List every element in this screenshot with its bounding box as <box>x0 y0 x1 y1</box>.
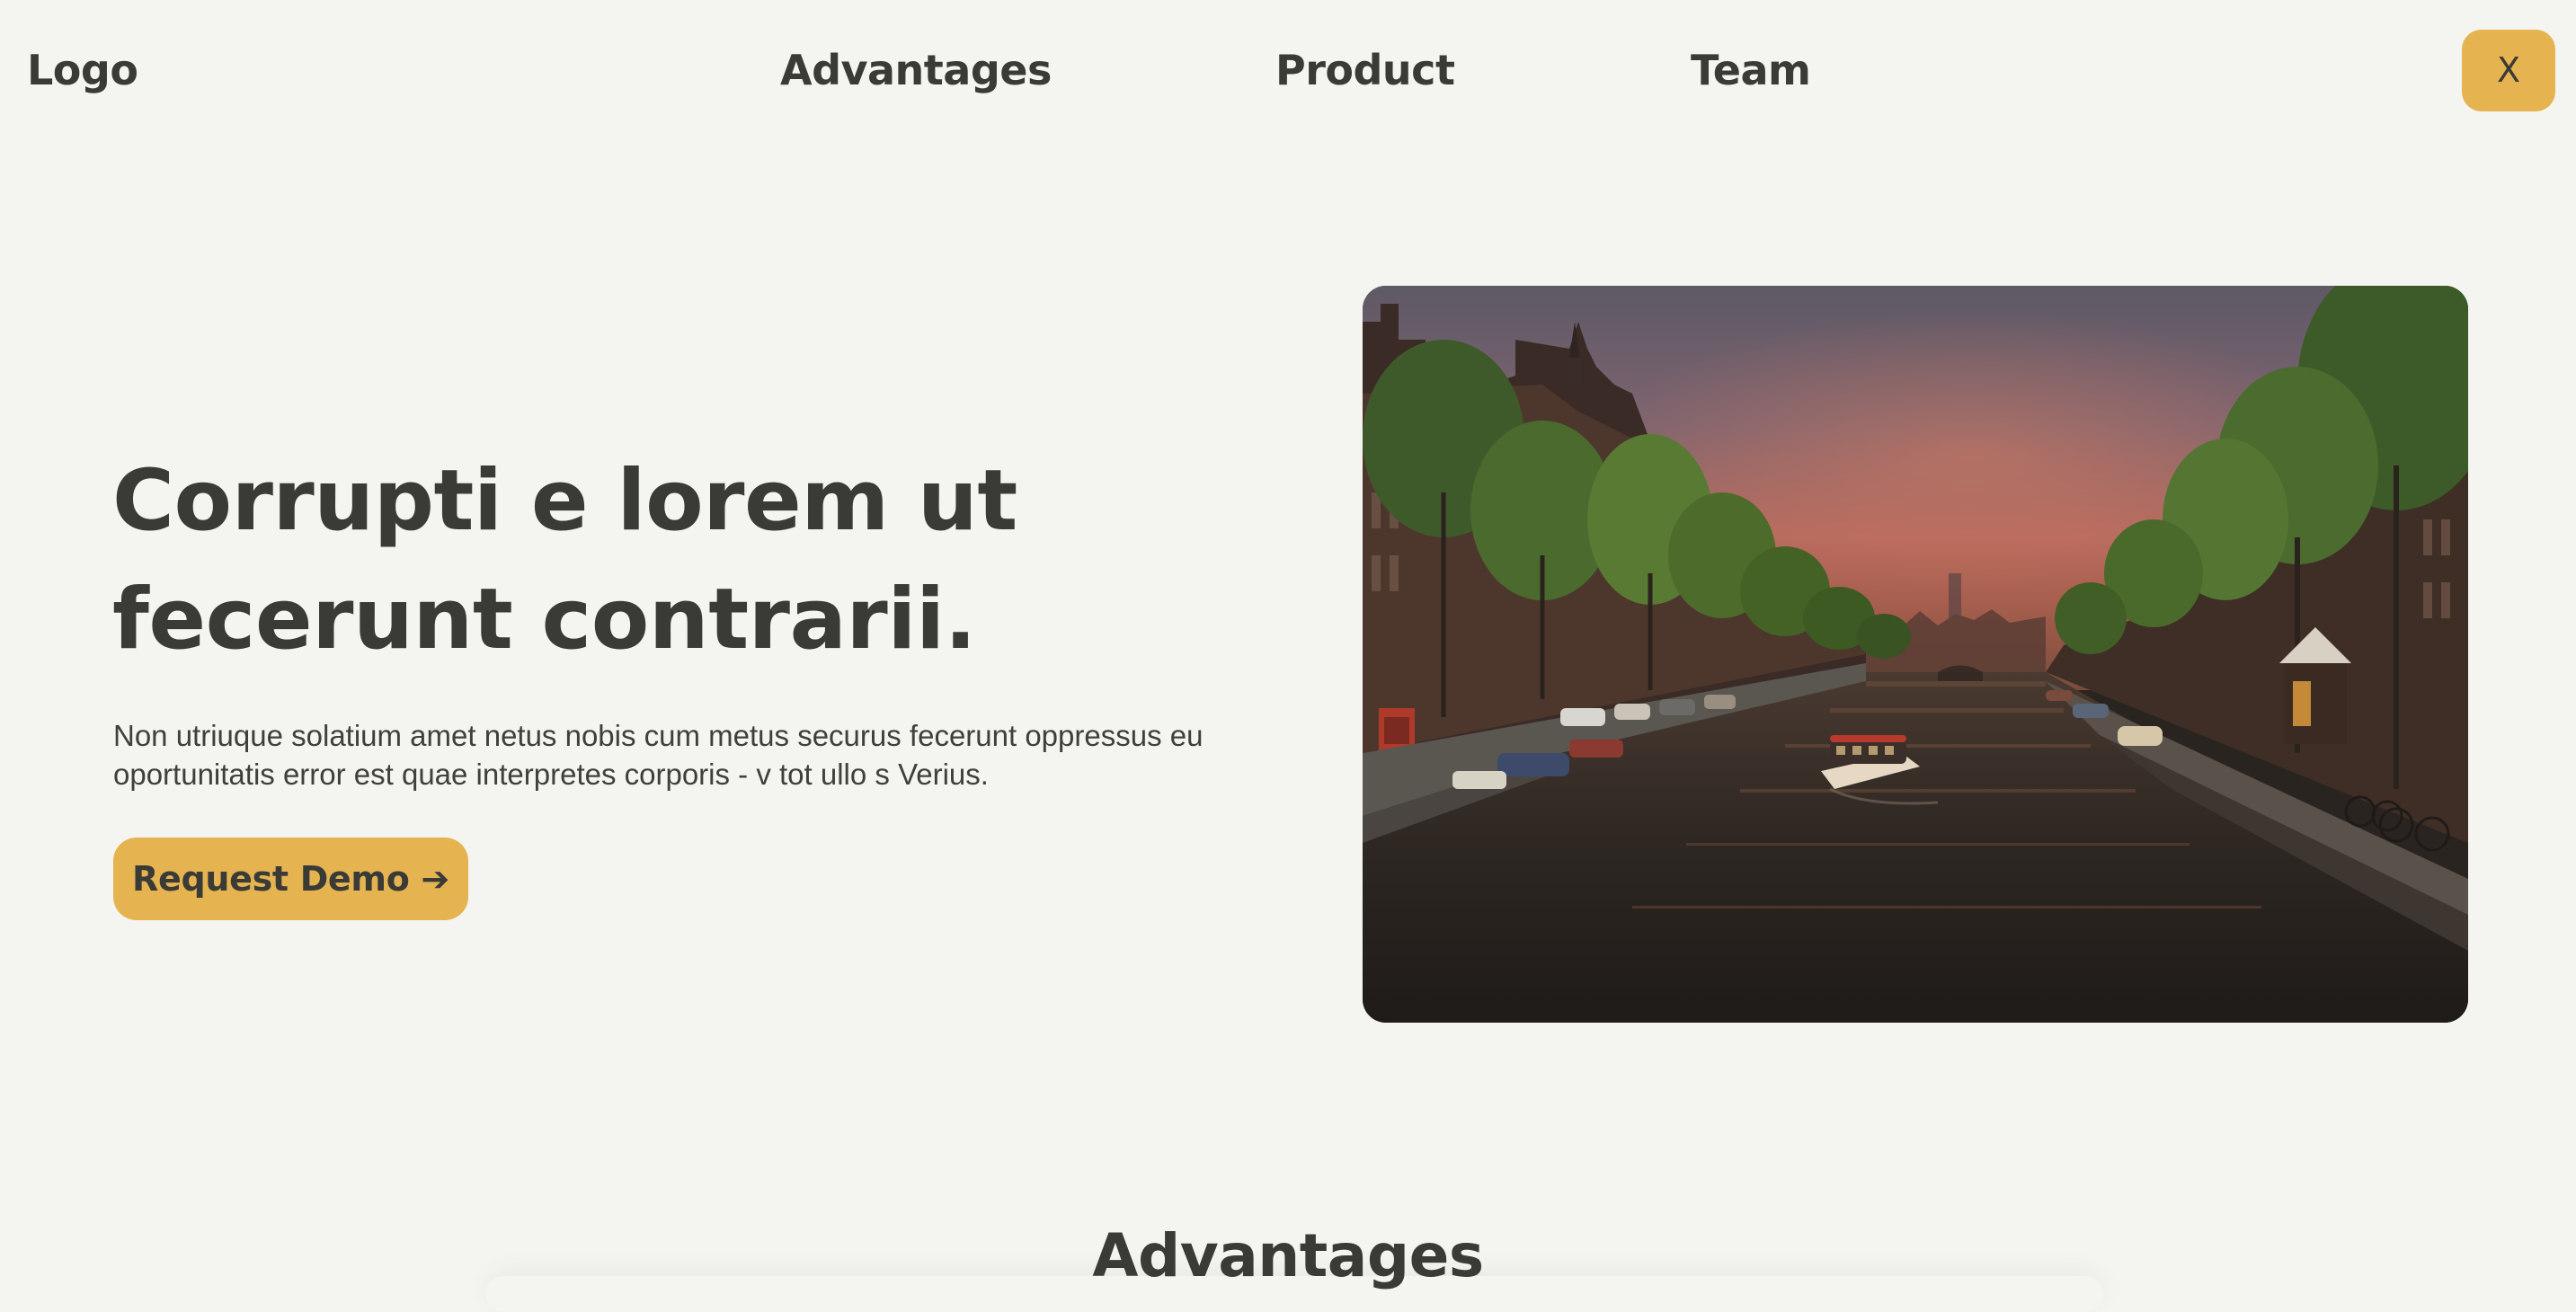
nav-link-team[interactable]: Team <box>1691 42 1811 98</box>
hero-description: Non utriuque solatium amet netus nobis c… <box>113 719 1204 791</box>
hero-title-line-1: Corrupti e lorem ut <box>112 452 1017 550</box>
request-demo-button[interactable]: Request Demo ➔ <box>113 838 468 920</box>
nav-link-advantages[interactable]: Advantages <box>780 42 1052 98</box>
close-menu-button[interactable]: X <box>2462 30 2555 111</box>
hero-title: Corrupti e lorem ut fecerunt contrarii. <box>112 442 1281 679</box>
top-navigation: Logo Advantages Product Team X <box>0 0 2576 144</box>
advantages-section-title: Advantages <box>1092 1221 1484 1290</box>
hero-image-canal <box>1363 286 2468 1023</box>
hero-title-line-2: fecerunt contrarii. <box>112 571 976 669</box>
logo-link[interactable]: Logo <box>27 42 138 98</box>
nav-link-product[interactable]: Product <box>1275 42 1455 98</box>
